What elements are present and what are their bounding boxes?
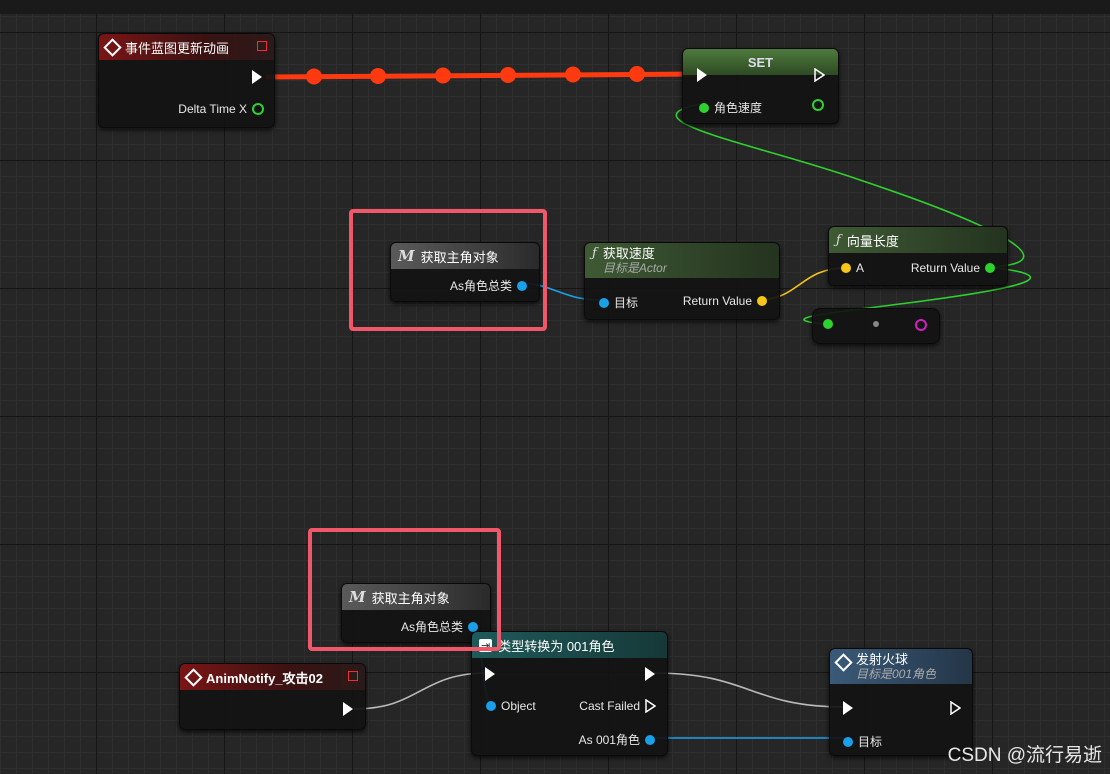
delegate-square-icon[interactable] bbox=[257, 41, 267, 51]
exec-pin-hollow-icon bbox=[645, 699, 656, 713]
pin-label: 角色速度 bbox=[714, 101, 763, 115]
function-badge-icon: ƒ bbox=[592, 246, 597, 261]
exec-wire-knot-5 bbox=[565, 66, 581, 83]
pin-target[interactable]: 目标 bbox=[599, 294, 643, 311]
pin-label: 目标 bbox=[858, 735, 883, 749]
vector-pin-icon bbox=[757, 296, 767, 306]
exec-wire-knot-3 bbox=[435, 67, 451, 84]
node-header: ƒ 获取速度 目标是Actor bbox=[585, 243, 779, 278]
exec-pin-hollow-icon bbox=[950, 701, 961, 715]
exec-out-pin[interactable] bbox=[950, 701, 961, 715]
select-pin-icon bbox=[915, 319, 927, 331]
exec-in-pin[interactable] bbox=[697, 68, 707, 82]
node-cast-to-001-character[interactable]: ⇥ 类型转换为 001角色 Object Cast Failed As 001角… bbox=[471, 631, 668, 756]
node-header: ƒ 向量长度 bbox=[829, 227, 1007, 253]
node-subtitle: 目标是Actor bbox=[602, 261, 667, 275]
node-header: 事件蓝图更新动画 bbox=[99, 34, 274, 60]
pin-return-value[interactable]: Return Value bbox=[678, 294, 767, 308]
pin-delta-time[interactable]: Delta Time X bbox=[173, 102, 264, 116]
pin-label: Cast Failed bbox=[579, 699, 640, 713]
delegate-square-icon[interactable] bbox=[348, 671, 358, 681]
float-pin-icon bbox=[252, 103, 264, 115]
pin-label: As 001角色 bbox=[578, 733, 640, 747]
node-event-blueprint-update-animation[interactable]: 事件蓝图更新动画 Delta Time X bbox=[98, 33, 275, 128]
function-badge-icon: ƒ bbox=[836, 232, 841, 248]
node-anim-notify-attack02[interactable]: AnimNotify_攻击02 bbox=[179, 663, 366, 730]
object-pin-icon bbox=[645, 734, 655, 745]
node-header: ⇥ 类型转换为 001角色 bbox=[472, 632, 667, 658]
node-title: 类型转换为 001角色 bbox=[498, 638, 615, 654]
exec-out-pin[interactable] bbox=[645, 667, 655, 681]
highlight-box-top bbox=[349, 209, 547, 331]
pin-label: A bbox=[856, 261, 865, 275]
pin-output[interactable] bbox=[915, 319, 927, 331]
watermark: CSDN @流行易逝 bbox=[947, 745, 1102, 766]
exec-wire-notify-to-cast bbox=[353, 672, 489, 710]
object-pin-icon bbox=[486, 701, 496, 711]
pin-center-dot bbox=[873, 321, 879, 327]
pin-label: Delta Time X bbox=[178, 102, 247, 116]
node-vector-length[interactable]: ƒ 向量长度 A Return Value bbox=[828, 226, 1008, 286]
pin-label: Object bbox=[501, 699, 536, 713]
pin-label: 目标 bbox=[614, 296, 639, 310]
object-pin-icon bbox=[599, 297, 609, 308]
node-set-variable[interactable]: SET 角色速度 bbox=[682, 48, 839, 124]
pin-character-speed-out[interactable] bbox=[812, 99, 824, 111]
exec-wire-knot-4 bbox=[500, 67, 516, 83]
node-subtitle: 目标是001角色 bbox=[856, 667, 937, 681]
event-diamond-icon bbox=[103, 37, 122, 57]
pin-label: Return Value bbox=[682, 294, 752, 308]
exec-in-pin[interactable] bbox=[485, 667, 495, 681]
editor-top-bar bbox=[0, 0, 1110, 14]
exec-wire-update-to-set bbox=[265, 71, 701, 80]
dot-icon bbox=[873, 321, 879, 327]
node-title: 发射火球 bbox=[856, 652, 909, 667]
node-title: 获取速度 bbox=[602, 246, 655, 261]
exec-pin-icon bbox=[485, 667, 495, 681]
node-title: 事件蓝图更新动画 bbox=[125, 40, 230, 56]
pin-return-value[interactable]: Return Value bbox=[906, 261, 995, 275]
node-title: AnimNotify_攻击02 bbox=[206, 670, 324, 686]
exec-out-pin[interactable] bbox=[343, 702, 353, 716]
exec-out-pin[interactable] bbox=[252, 70, 262, 84]
exec-in-pin[interactable] bbox=[843, 701, 853, 715]
exec-wire-knot-6 bbox=[629, 66, 645, 82]
exec-wire-knot-2 bbox=[370, 68, 386, 84]
node-title: SET bbox=[747, 54, 774, 70]
exec-pin-icon bbox=[697, 68, 707, 82]
vector-pin-icon bbox=[841, 263, 851, 273]
float-pin-icon bbox=[823, 319, 833, 329]
event-diamond-icon bbox=[834, 653, 853, 672]
pin-character-speed-in[interactable]: 角色速度 bbox=[699, 99, 767, 116]
exec-wire-knot-1 bbox=[306, 68, 322, 85]
pin-target[interactable]: 目标 bbox=[843, 733, 887, 750]
float-pin-icon bbox=[985, 263, 995, 273]
node-get-velocity[interactable]: ƒ 获取速度 目标是Actor 目标 Return Value bbox=[584, 242, 780, 320]
node-title: 向量长度 bbox=[846, 233, 899, 249]
exec-pin-icon bbox=[343, 702, 353, 716]
node-compact-select[interactable] bbox=[812, 308, 940, 344]
pin-input[interactable] bbox=[823, 319, 833, 329]
node-header: 发射火球 目标是001角色 bbox=[830, 649, 972, 684]
exec-wire-cast-to-fire bbox=[653, 672, 846, 708]
highlight-box-bottom bbox=[308, 528, 501, 651]
pin-object[interactable]: Object bbox=[486, 699, 541, 713]
event-diamond-icon bbox=[184, 667, 203, 687]
object-pin-icon bbox=[843, 736, 853, 747]
pin-label: Return Value bbox=[910, 261, 980, 275]
exec-pin-icon bbox=[843, 701, 853, 715]
exec-pin-icon bbox=[252, 70, 262, 84]
float-pin-icon bbox=[812, 99, 824, 111]
exec-out-pin[interactable] bbox=[814, 68, 825, 82]
exec-pin-hollow-icon bbox=[814, 68, 825, 82]
pin-a[interactable]: A bbox=[841, 261, 869, 275]
float-pin-icon bbox=[699, 102, 709, 113]
exec-pin-icon bbox=[645, 667, 655, 681]
pin-as-001-character[interactable]: As 001角色 bbox=[574, 731, 655, 748]
node-header: AnimNotify_攻击02 bbox=[180, 664, 365, 690]
pin-cast-failed[interactable]: Cast Failed bbox=[574, 699, 656, 713]
